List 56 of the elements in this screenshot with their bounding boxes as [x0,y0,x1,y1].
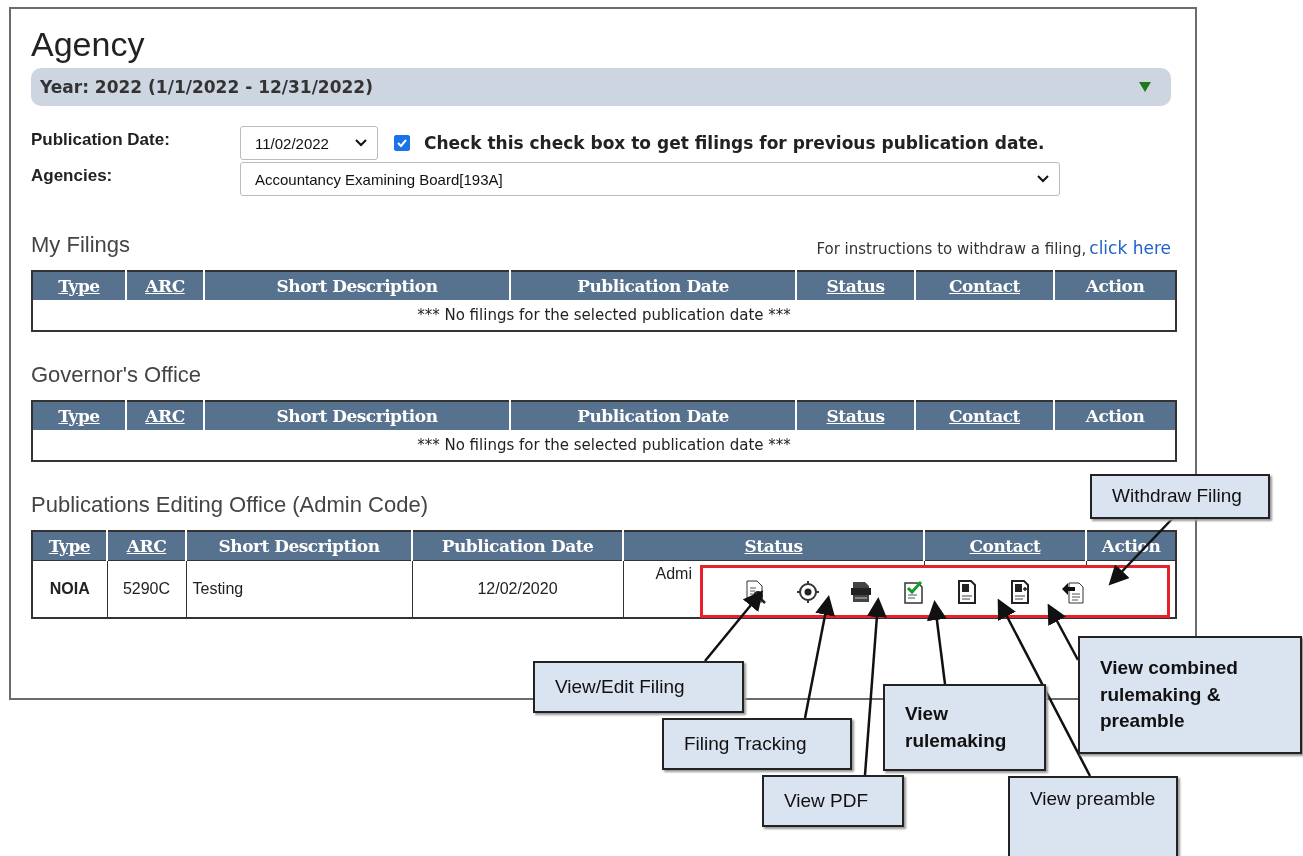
target-icon[interactable] [796,579,820,604]
document-icon[interactable] [955,579,979,604]
table-cell: NOIA [32,560,107,618]
agency-dropdown[interactable]: Accountancy Examining Board[193A] [240,162,1060,196]
document-check-icon[interactable] [902,579,926,604]
arrow [704,590,764,662]
empty-message: *** No filings for the selected publication date *** [32,430,1176,461]
column-header[interactable]: ARC [126,271,204,300]
callout-label: View combined rulemaking & preamble [1078,636,1302,754]
file-icon[interactable] [849,579,873,604]
column-header[interactable]: ARC [126,401,204,430]
field-label: Agencies: [31,165,114,187]
callout-label: Withdraw Filing [1090,474,1270,519]
year-bar[interactable]: Year: 2022 (1/1/2022 - 12/31/2022) [31,68,1171,106]
column-header[interactable]: Status [796,271,915,300]
table-cell: 5290C [107,560,186,618]
empty-message: *** No filings for the selected publication date *** [32,300,1176,331]
column-header: Publication Date [412,531,623,561]
column-header[interactable]: Contact [915,401,1054,430]
column-header: Action [1054,271,1176,300]
column-header[interactable]: Type [32,401,126,430]
callout-label: View rulemaking [883,684,1046,771]
column-header: Short Description [186,531,412,561]
callout-label: View preamble [1008,776,1178,856]
document-search-icon[interactable] [743,579,767,604]
column-header: Action [1054,401,1176,430]
field-label: Publication Date: [31,129,171,151]
instruction-text: For instructions to withdraw a filing, [816,240,1087,258]
chevron-down-icon [355,139,367,147]
column-header[interactable]: Contact [915,271,1054,300]
column-header: Publication Date [510,401,796,430]
instructions-link[interactable]: click here [1089,238,1171,258]
column-header[interactable]: Status [796,401,915,430]
arrow-document-icon[interactable] [1061,579,1085,604]
checkbox[interactable] [394,135,410,151]
section-title: My Filings [31,232,130,258]
column-header[interactable]: ARC [107,531,186,561]
table-cell: Testing [186,560,412,618]
section-title: Publications Editing Office (Admin Code) [31,492,428,518]
column-header: Publication Date [510,271,796,300]
section-title: Governor's Office [31,362,202,388]
callout-label: Filing Tracking [662,718,852,770]
column-header: Short Description [204,271,510,300]
document-icon[interactable] [1008,579,1032,604]
checkbox-label: Check this check box to get filings for previous publication date. [424,133,1045,153]
column-header[interactable]: Type [32,271,126,300]
callout-label: View PDF [762,775,904,827]
callout-label: View/Edit Filing [533,661,744,713]
chevron-down-icon [1037,175,1049,183]
table-cell: 12/02/2020 [412,560,623,618]
column-header[interactable]: Contact [924,531,1086,561]
column-header: Short Description [204,401,510,430]
page-title: Agency [31,25,146,64]
column-header[interactable]: Type [32,531,107,561]
date-dropdown[interactable]: 11/02/2022 [240,126,378,160]
column-header[interactable]: Status [623,531,924,561]
